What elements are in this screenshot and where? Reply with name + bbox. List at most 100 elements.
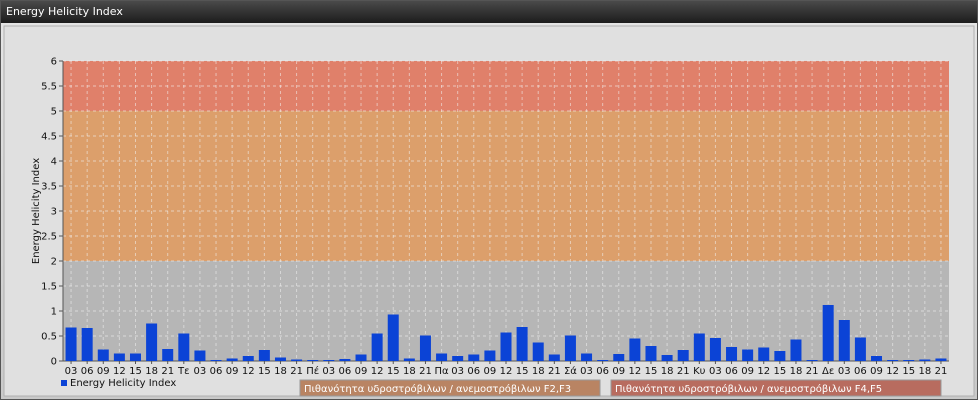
bar[interactable] <box>323 360 335 361</box>
x-tick-label: 12 <box>629 366 642 377</box>
x-tick-label: 18 <box>403 366 416 377</box>
x-tick-label: 09 <box>97 366 110 377</box>
bar[interactable] <box>419 335 431 362</box>
bar[interactable] <box>210 360 222 361</box>
bar[interactable] <box>903 360 915 361</box>
x-tick-label: 21 <box>290 366 303 377</box>
bar[interactable] <box>194 350 206 362</box>
bar[interactable] <box>822 305 834 361</box>
x-tick-label: Πέ <box>306 365 319 377</box>
bar[interactable] <box>113 353 125 362</box>
bar[interactable] <box>291 359 303 362</box>
bar[interactable] <box>97 349 109 362</box>
x-tick-label: 09 <box>355 366 368 377</box>
bar[interactable] <box>146 323 158 362</box>
bar[interactable] <box>645 346 657 361</box>
x-tick-label: 18 <box>274 366 287 377</box>
x-tick-label: 06 <box>596 366 609 377</box>
x-tick-label: 06 <box>81 366 94 377</box>
bar[interactable] <box>919 359 931 362</box>
x-tick-label: 21 <box>677 366 690 377</box>
bar[interactable] <box>500 332 512 362</box>
bar[interactable] <box>693 333 705 362</box>
bar[interactable] <box>677 350 689 361</box>
x-tick-label: 12 <box>113 366 126 377</box>
bar[interactable] <box>65 327 77 362</box>
bar[interactable] <box>162 349 174 361</box>
bar[interactable] <box>613 354 625 361</box>
legend-series-swatch <box>61 380 67 386</box>
y-tick-label: 4 <box>51 157 57 168</box>
y-tick-label: 3 <box>51 207 57 218</box>
y-tick-label: 2 <box>51 257 57 268</box>
x-tick-label: 21 <box>161 366 174 377</box>
ehi-chart: 00.511.522.533.544.555.56 03 06 09 12 15 18 21… <box>3 25 975 397</box>
x-tick-label: 06 <box>854 366 867 377</box>
bar[interactable] <box>790 339 802 362</box>
x-tick-label: 06 <box>210 366 223 377</box>
legend-band-f4f5-label: Πιθανότητα υδροστρόβιλων / ανεμοστρόβιλω… <box>615 383 882 395</box>
bar[interactable] <box>597 360 609 361</box>
bar[interactable] <box>468 354 480 362</box>
x-tick-label: 21 <box>806 366 819 377</box>
bar[interactable] <box>532 342 544 362</box>
x-tick-label: 09 <box>484 366 497 377</box>
legend-band-f2f3-label: Πιθανότητα υδροστρόβιλων / ανεμοστρόβιλω… <box>304 383 571 395</box>
y-tick-label: 0.5 <box>41 332 57 343</box>
bar[interactable] <box>403 358 415 362</box>
bar[interactable] <box>436 353 448 362</box>
bar[interactable] <box>871 356 883 361</box>
bar[interactable] <box>258 350 270 361</box>
legend-series-label[interactable]: Energy Helicity Index <box>70 378 176 389</box>
bar[interactable] <box>887 360 899 361</box>
bar[interactable] <box>742 349 754 362</box>
bar[interactable] <box>564 335 576 362</box>
x-tick-label: 18 <box>532 366 545 377</box>
y-tick-label: 1.5 <box>41 282 57 293</box>
bar[interactable] <box>178 333 190 362</box>
y-tick-label: 6 <box>51 57 57 68</box>
bar[interactable] <box>274 357 286 362</box>
bar[interactable] <box>661 355 673 361</box>
y-tick-label: 2.5 <box>41 232 57 243</box>
bar[interactable] <box>371 333 383 362</box>
x-tick-label: 12 <box>500 366 513 377</box>
y-tick-label: 1 <box>51 307 57 318</box>
bar[interactable] <box>806 360 818 361</box>
bar[interactable] <box>307 360 319 361</box>
bar[interactable] <box>935 358 947 362</box>
bar[interactable] <box>758 347 770 362</box>
bar[interactable] <box>774 351 786 361</box>
bar[interactable] <box>355 354 367 362</box>
x-tick-label: 12 <box>371 366 384 377</box>
x-tick-label: Δε <box>822 366 834 377</box>
bar[interactable] <box>452 356 464 361</box>
bar[interactable] <box>629 338 641 362</box>
bar[interactable] <box>339 359 351 361</box>
bar[interactable] <box>387 314 399 362</box>
bar[interactable] <box>516 327 528 361</box>
bar[interactable] <box>709 338 721 361</box>
bar[interactable] <box>838 320 850 361</box>
bar[interactable] <box>726 347 738 361</box>
x-tick-label: 12 <box>886 366 899 377</box>
x-tick-label: 18 <box>918 366 931 377</box>
x-tick-label: 15 <box>129 366 142 377</box>
x-tick-label: 09 <box>612 366 625 377</box>
x-tick-label: 03 <box>322 366 335 377</box>
x-tick-label: 06 <box>725 366 738 377</box>
chart-window: Energy Helicity Index 0 0.5 1 1.5 2 2.5 3 3.5 4 4… <box>0 0 978 400</box>
bar[interactable] <box>484 350 496 362</box>
x-tick-label: 15 <box>645 366 658 377</box>
x-tick-label: 21 <box>548 366 561 377</box>
x-tick-label: 15 <box>387 366 400 377</box>
y-tick-label: 0 <box>51 357 57 368</box>
bar[interactable] <box>242 356 254 361</box>
bar[interactable] <box>129 353 141 362</box>
bar[interactable] <box>548 354 560 362</box>
window-title: Energy Helicity Index <box>1 1 977 23</box>
bar[interactable] <box>81 328 93 361</box>
bar[interactable] <box>581 353 593 362</box>
bar[interactable] <box>226 358 238 362</box>
bar[interactable] <box>854 337 866 362</box>
